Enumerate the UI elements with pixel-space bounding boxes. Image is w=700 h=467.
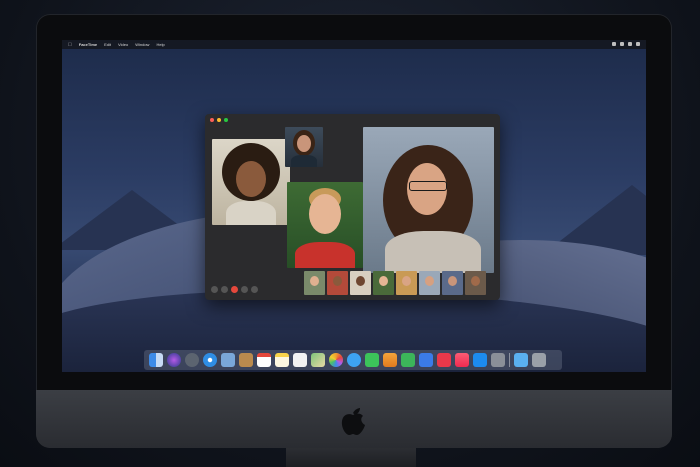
calendar-icon[interactable]: [257, 353, 271, 367]
minimize-button[interactable]: [217, 118, 221, 122]
contacts-icon[interactable]: [239, 353, 253, 367]
menu-help[interactable]: Help: [156, 42, 164, 47]
imac-stand: [286, 448, 416, 467]
system-preferences-icon[interactable]: [491, 353, 505, 367]
notification-center-icon[interactable]: [636, 42, 640, 46]
participant-tile[interactable]: [287, 182, 363, 268]
strip-participant[interactable]: [396, 271, 417, 295]
participant-body: [385, 231, 481, 273]
numbers-icon[interactable]: [401, 353, 415, 367]
participant-face: [297, 135, 311, 152]
participant-face: [236, 161, 266, 197]
messages-icon[interactable]: [347, 353, 361, 367]
photos-icon[interactable]: [221, 353, 235, 367]
menu-bar:  FaceTime Edit Video Window Help: [62, 40, 646, 49]
notes-icon[interactable]: [275, 353, 289, 367]
status-menus: [612, 42, 640, 46]
participant-body: [226, 201, 276, 225]
menu-app-name[interactable]: FaceTime: [79, 42, 97, 47]
sidebar-icon[interactable]: [211, 286, 218, 293]
launchpad-icon[interactable]: [185, 353, 199, 367]
menu-window[interactable]: Window: [135, 42, 149, 47]
finder-icon[interactable]: [149, 353, 163, 367]
participant-strip: [304, 271, 486, 295]
participant-tile[interactable]: [212, 139, 290, 225]
dock-separator: [509, 353, 510, 367]
close-button[interactable]: [210, 118, 214, 122]
call-controls: [211, 286, 258, 293]
pages-icon[interactable]: [383, 353, 397, 367]
strip-participant[interactable]: [442, 271, 463, 295]
zoom-button[interactable]: [224, 118, 228, 122]
strip-participant[interactable]: [304, 271, 325, 295]
spotlight-icon[interactable]: [620, 42, 624, 46]
strip-participant[interactable]: [465, 271, 486, 295]
music-icon[interactable]: [455, 353, 469, 367]
effects-icon[interactable]: [251, 286, 258, 293]
window-controls: [210, 118, 228, 122]
strip-participant[interactable]: [327, 271, 348, 295]
strip-participant[interactable]: [373, 271, 394, 295]
participant-body: [291, 155, 317, 167]
app-store-icon[interactable]: [473, 353, 487, 367]
participant-body: [295, 242, 355, 268]
dock: [144, 350, 562, 370]
participant-tile[interactable]: [285, 127, 323, 167]
control-icon[interactable]: [628, 42, 632, 46]
apple-menu-icon[interactable]: : [68, 42, 72, 48]
trash-icon[interactable]: [532, 353, 546, 367]
screen:  FaceTime Edit Video Window Help: [62, 40, 646, 372]
camera-off-icon[interactable]: [241, 286, 248, 293]
participant-face: [309, 194, 341, 234]
participant-tile-active[interactable]: [363, 127, 494, 273]
apple-logo-icon: [341, 408, 365, 435]
news-icon[interactable]: [437, 353, 451, 367]
mute-icon[interactable]: [221, 286, 228, 293]
glasses-icon: [409, 181, 447, 191]
end-call-icon[interactable]: [231, 286, 238, 293]
maps-icon[interactable]: [311, 353, 325, 367]
siri-icon[interactable]: [167, 353, 181, 367]
photos-app-icon[interactable]: [329, 353, 343, 367]
strip-participant[interactable]: [419, 271, 440, 295]
reminders-icon[interactable]: [293, 353, 307, 367]
menu-edit[interactable]: Edit: [104, 42, 111, 47]
downloads-folder-icon[interactable]: [514, 353, 528, 367]
keynote-icon[interactable]: [419, 353, 433, 367]
strip-participant[interactable]: [350, 271, 371, 295]
menu-video[interactable]: Video: [118, 42, 128, 47]
facetime-icon[interactable]: [365, 353, 379, 367]
safari-icon[interactable]: [203, 353, 217, 367]
wifi-icon[interactable]: [612, 42, 616, 46]
facetime-window: [205, 114, 500, 300]
